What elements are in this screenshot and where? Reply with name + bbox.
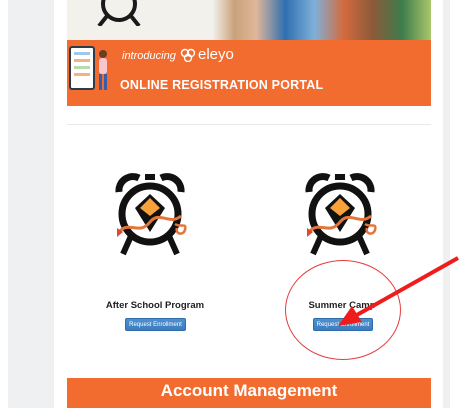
hero-intro-text: introducing [122, 50, 176, 62]
annotation-circle [285, 260, 401, 360]
child-figure-icon [99, 50, 107, 90]
request-enrollment-button[interactable]: Request Enrollment [125, 318, 186, 331]
eleyo-brand-text: eleyo [198, 46, 234, 63]
alarm-clock-icon [115, 173, 187, 256]
program-name: After School Program [105, 300, 205, 311]
page-right-gutter [450, 0, 464, 408]
alarm-clock-icon [305, 173, 377, 256]
page-left-gutter [0, 0, 8, 408]
hero-title: ONLINE REGISTRATION PORTAL [120, 78, 324, 92]
section-divider [67, 124, 431, 125]
alarm-clock-icon [97, 0, 141, 26]
tablet-icon [69, 46, 95, 90]
hero-photo [67, 0, 431, 40]
account-management-header: Account Management [67, 378, 431, 408]
eleyo-logo: eleyo [180, 46, 234, 63]
eleyo-logo-icon [180, 48, 196, 62]
